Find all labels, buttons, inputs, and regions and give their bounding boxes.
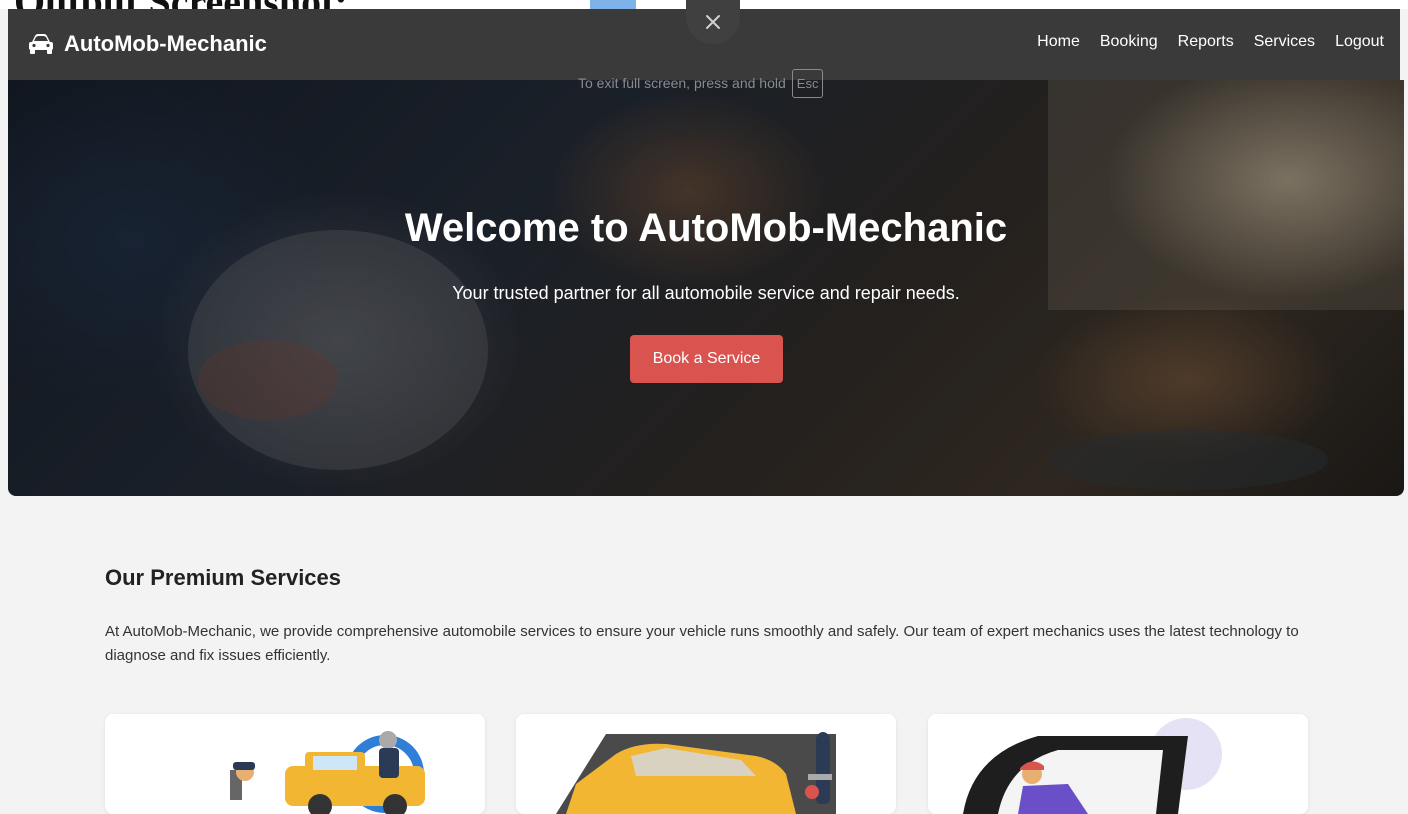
car-icon — [29, 34, 53, 54]
hero-subtitle: Your trusted partner for all automobile … — [452, 283, 960, 303]
services-title: Our Premium Services — [105, 565, 342, 590]
nav-logout[interactable]: Logout — [1335, 33, 1384, 51]
nav-home[interactable]: Home — [1037, 33, 1080, 51]
page-caption: Output Screenshot: — [14, 0, 348, 9]
hero-banner: Welcome to AutoMob-Mechanic Your trusted… — [8, 80, 1404, 496]
book-service-button[interactable]: Book a Service — [630, 335, 783, 383]
nav-reports[interactable]: Reports — [1178, 33, 1234, 51]
close-icon — [706, 15, 720, 29]
nav-booking[interactable]: Booking — [1100, 33, 1158, 51]
service-card[interactable] — [105, 714, 485, 814]
hero-title: Welcome to AutoMob-Mechanic — [404, 206, 1008, 250]
esc-key: Esc — [791, 68, 824, 98]
nav-services[interactable]: Services — [1254, 33, 1315, 51]
brand-name: AutoMob-Mechanic — [64, 31, 267, 56]
caption-highlight — [590, 0, 636, 9]
service-card[interactable] — [516, 714, 896, 814]
fullscreen-hint-text: To exit full screen, press and hold — [578, 75, 786, 91]
brand-logo[interactable]: AutoMob-Mechanic — [28, 31, 267, 57]
service-card[interactable] — [928, 714, 1308, 814]
fullscreen-hint: To exit full screen, press and hold Esc — [548, 64, 829, 102]
nav-links: Home Booking Reports Services Logout — [1037, 33, 1384, 51]
driver-illustration — [928, 714, 1308, 814]
services-description: At AutoMob-Mechanic, we provide comprehe… — [105, 623, 1299, 664]
tow-truck-illustration — [230, 731, 425, 814]
car-repair-illustration — [556, 732, 836, 814]
